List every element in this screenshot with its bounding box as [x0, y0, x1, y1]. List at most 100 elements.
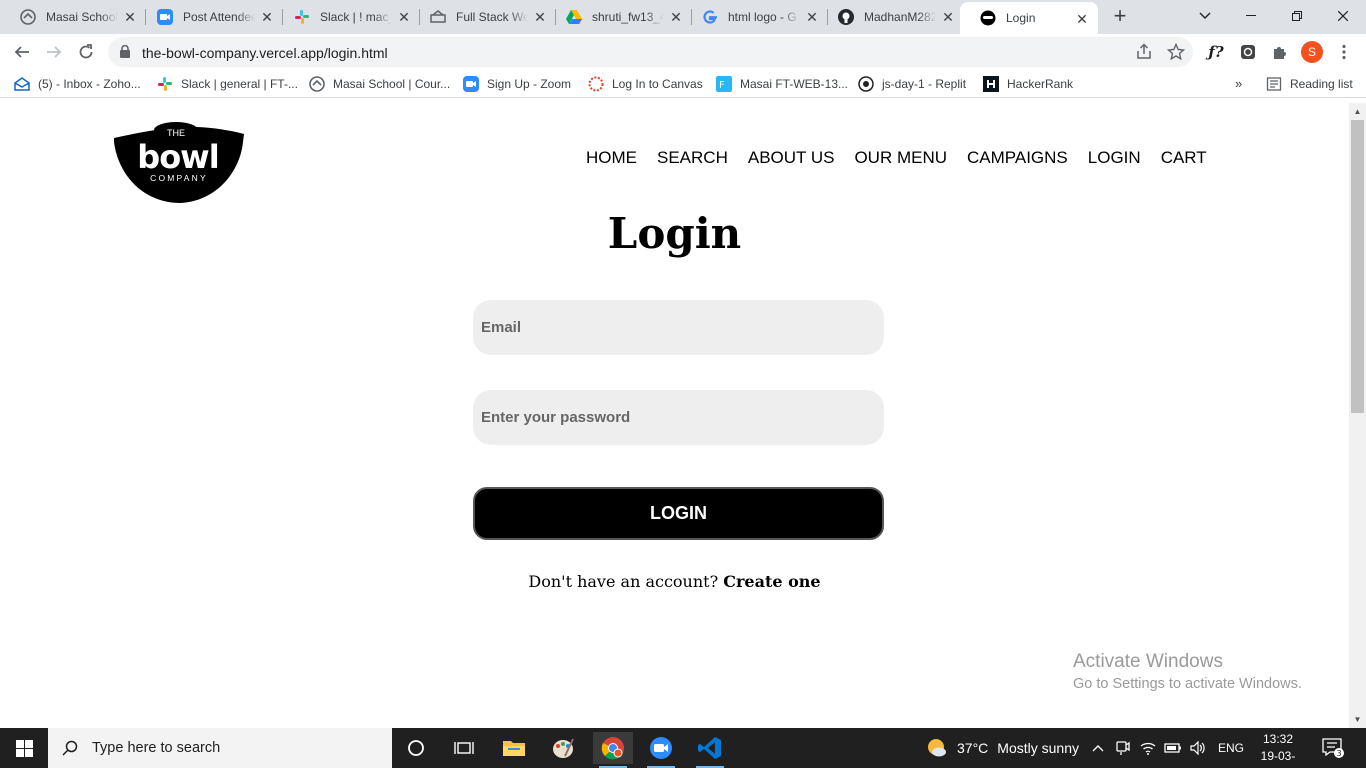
slack-icon: [157, 76, 173, 92]
lock-icon[interactable]: [120, 44, 130, 63]
bowl-company-logo[interactable]: THE bowl COMPANY: [112, 120, 246, 204]
zoom-app-button[interactable]: [641, 732, 681, 768]
arrow-left-icon: [14, 46, 29, 58]
forward-button[interactable]: [42, 40, 66, 64]
logo-text-bottom: COMPANY: [150, 173, 208, 183]
reload-button[interactable]: [74, 40, 98, 64]
bookmark-item[interactable]: Slack | general | FT-...: [157, 76, 298, 92]
bookmark-item[interactable]: F Masai FT-WEB-13...: [716, 76, 848, 92]
task-view-button[interactable]: [444, 732, 484, 764]
close-icon[interactable]: ✕: [122, 9, 138, 25]
reading-list-icon: [1266, 76, 1282, 92]
bookmark-label: HackerRank: [1007, 77, 1074, 91]
scrollbar-thumb[interactable]: [1351, 120, 1364, 413]
extensions-puzzle-icon[interactable]: [1270, 42, 1290, 62]
bookmark-item[interactable]: (5) - Inbox - Zoho...: [14, 76, 141, 92]
new-tab-button[interactable]: +: [1108, 5, 1132, 29]
notification-count: 3: [1336, 749, 1341, 758]
language-indicator[interactable]: ENG: [1218, 741, 1244, 755]
file-explorer-button[interactable]: [494, 732, 534, 764]
nav-home[interactable]: HOME: [586, 148, 637, 168]
browser-toolbar: the-bowl-company.vercel.app/login.html ƒ…: [0, 34, 1366, 70]
browser-tab[interactable]: shruti_fw13_4 ✕: [546, 0, 692, 34]
chrome-app-button[interactable]: [593, 732, 633, 768]
bookmark-label: Masai School | Cour...: [333, 77, 451, 91]
password-field[interactable]: [473, 390, 884, 445]
restore-button[interactable]: [1274, 0, 1320, 32]
nav-campaigns[interactable]: CAMPAIGNS: [967, 148, 1068, 168]
slack-icon: [294, 9, 310, 25]
browser-tab[interactable]: Full Stack Web ✕: [410, 0, 556, 34]
tab-search-button[interactable]: [1182, 0, 1228, 32]
scroll-down-arrow-icon[interactable]: ▼: [1349, 711, 1366, 728]
bookmark-star-icon[interactable]: [1166, 42, 1186, 61]
close-icon[interactable]: ✕: [259, 9, 275, 25]
weather-widget[interactable]: 37°C Mostly sunny: [926, 728, 1079, 768]
minimize-icon: [1246, 15, 1256, 16]
weather-sunny-icon: [928, 739, 946, 757]
reading-list-button[interactable]: Reading list: [1266, 76, 1353, 92]
url-text[interactable]: the-bowl-company.vercel.app/login.html: [142, 45, 388, 61]
email-field[interactable]: [473, 300, 884, 355]
login-button[interactable]: LOGIN: [473, 487, 884, 540]
create-account-link[interactable]: Create one: [723, 572, 820, 591]
page-title: Login: [607, 209, 742, 258]
page-scrollbar[interactable]: ▲ ▼: [1349, 103, 1366, 728]
nav-about-us[interactable]: ABOUT US: [748, 148, 835, 168]
bookmark-item[interactable]: Log In to Canvas: [588, 76, 703, 92]
kebab-menu-icon[interactable]: [1334, 42, 1354, 62]
minimize-button[interactable]: [1228, 0, 1274, 32]
paint-app-button[interactable]: [543, 732, 583, 764]
fullstack-icon: [430, 9, 446, 25]
restore-icon: [1292, 11, 1302, 21]
bookmark-item[interactable]: Sign Up - Zoom: [463, 76, 571, 92]
chevron-down-icon: [1199, 12, 1211, 19]
nav-login[interactable]: LOGIN: [1088, 148, 1141, 168]
scroll-up-arrow-icon[interactable]: ▲: [1349, 103, 1366, 120]
nav-cart[interactable]: CART: [1161, 148, 1207, 168]
browser-tab[interactable]: Masai School ✕: [0, 0, 146, 34]
address-bar[interactable]: the-bowl-company.vercel.app/login.html: [108, 37, 1193, 67]
back-button[interactable]: [10, 40, 34, 64]
tab-title: html logo - G: [728, 10, 797, 24]
window-close-button[interactable]: [1320, 0, 1366, 32]
close-icon[interactable]: ✕: [940, 9, 956, 25]
wifi-icon: [1140, 742, 1156, 755]
google-icon: [702, 9, 718, 25]
browser-tab[interactable]: MadhanM282 ✕: [818, 0, 964, 34]
signup-prompt: Don't have an account? Create one: [0, 572, 1349, 591]
close-icon[interactable]: ✕: [1074, 11, 1090, 27]
tab-title: MadhanM282: [864, 10, 936, 24]
more-bookmarks-button[interactable]: »: [1235, 76, 1242, 91]
start-button[interactable]: [0, 728, 48, 768]
nav-search[interactable]: SEARCH: [657, 148, 728, 168]
system-tray: ENG: [1092, 728, 1244, 768]
profile-avatar[interactable]: S: [1301, 41, 1323, 63]
function-extension-icon[interactable]: ƒ?: [1206, 42, 1226, 62]
share-icon[interactable]: [1135, 43, 1153, 61]
folder-icon: [503, 741, 525, 756]
bookmark-item[interactable]: Masai School | Cour...: [309, 76, 450, 92]
browser-tab[interactable]: html logo - G ✕: [682, 0, 828, 34]
browser-tab[interactable]: Post Attendee ✕: [137, 0, 283, 34]
logo-text-top: THE: [167, 128, 185, 138]
zoho-mail-icon: [14, 76, 30, 92]
hackerrank-icon: [983, 76, 999, 92]
paint-palette-icon: [553, 738, 574, 758]
vscode-app-button[interactable]: [690, 732, 730, 768]
screen-record-extension-icon[interactable]: [1238, 42, 1258, 62]
browser-tab[interactable]: Slack | ! mac_ ✕: [274, 0, 420, 34]
notification-center-button[interactable]: 3: [1322, 738, 1344, 758]
meet-now-icon: [1116, 741, 1130, 755]
bookmark-item[interactable]: HackerRank: [983, 76, 1073, 92]
system-clock[interactable]: 13:32 19-03-2022: [1248, 731, 1308, 768]
bookmark-item[interactable]: js-day-1 - Replit: [858, 76, 966, 92]
browser-tab-active[interactable]: Login ✕: [960, 2, 1098, 34]
zoom-icon: [650, 737, 672, 759]
cortana-button[interactable]: [396, 732, 436, 764]
clock-date: 19-03-2022: [1260, 749, 1296, 768]
taskbar-search-box[interactable]: Type here to search: [48, 728, 392, 768]
github-icon: [838, 9, 854, 25]
nav-our-menu[interactable]: OUR MENU: [854, 148, 947, 168]
chrome-icon: [601, 737, 624, 760]
